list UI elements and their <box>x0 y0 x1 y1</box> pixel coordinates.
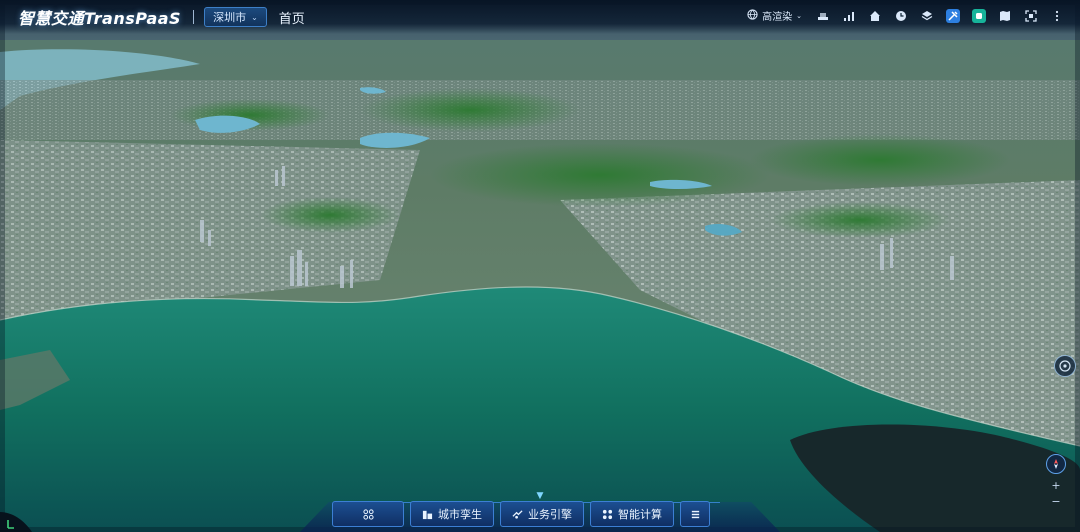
compass-control[interactable] <box>1046 454 1066 474</box>
view-orbit-control[interactable] <box>1054 355 1076 377</box>
fullscreen-icon[interactable] <box>1024 9 1038 23</box>
tools-icon[interactable] <box>946 8 960 23</box>
dock-buttons: 城市孪生 业务引擎 智能计算 <box>332 501 710 527</box>
chevron-down-icon[interactable]: ▼ <box>534 491 546 501</box>
city-select[interactable]: 深圳市 ⌄ <box>204 7 267 27</box>
dock-smart-compute-label: 智能计算 <box>618 508 662 521</box>
chevron-down-icon: ⌄ <box>251 12 258 22</box>
home-icon[interactable] <box>868 9 882 23</box>
dock-city-twin-label: 城市孪生 <box>438 508 482 521</box>
dock-business-engine-label: 业务引擎 <box>528 508 572 521</box>
home-link[interactable]: 首页 <box>279 8 305 27</box>
title-divider <box>193 10 195 24</box>
bottom-dock: ▼ 城市孪生 业务引擎 智能计算 <box>300 491 780 532</box>
render-mode-select[interactable]: 高渲染 ⌄ <box>747 8 802 23</box>
apps-icon <box>602 509 613 519</box>
chevron-down-icon: ⌄ <box>796 11 802 20</box>
zoom-out-button[interactable]: − <box>1051 496 1060 508</box>
corner-logo-icon <box>0 512 32 532</box>
brand-title: 智慧交通TransPaaS <box>18 9 182 28</box>
zoom-control: + − <box>1049 480 1063 508</box>
grid-cluster-icon <box>362 508 374 520</box>
globe-icon <box>747 8 758 23</box>
clock-icon[interactable] <box>894 9 908 23</box>
dock-business-engine-button[interactable]: 业务引擎 <box>500 501 584 527</box>
map-icon[interactable] <box>998 9 1012 23</box>
dock-smart-compute-button[interactable]: 智能计算 <box>590 501 674 527</box>
building-icon <box>422 510 433 519</box>
compass-icon <box>1054 459 1058 469</box>
orbit-icon <box>1059 360 1071 372</box>
map-canvas <box>0 0 1080 532</box>
render-mode-label: 高渲染 <box>762 12 793 23</box>
toolbar: 高渲染 ⌄ <box>747 8 1064 23</box>
more-icon[interactable] <box>1050 9 1064 23</box>
engine-icon <box>512 509 523 519</box>
dock-city-twin-button[interactable]: 城市孪生 <box>410 501 494 527</box>
zoom-in-button[interactable]: + <box>1051 480 1060 492</box>
dock-menu-button[interactable] <box>680 501 710 527</box>
layers-icon[interactable] <box>920 9 934 23</box>
city-3d-map[interactable] <box>0 0 1080 532</box>
dock-cluster-button[interactable] <box>332 501 404 527</box>
bar-signal-icon[interactable] <box>842 9 856 23</box>
menu-icon <box>691 510 699 518</box>
app-icon[interactable] <box>972 8 986 23</box>
city-select-label: 深圳市 <box>213 11 247 24</box>
weather-icon[interactable] <box>816 9 830 23</box>
